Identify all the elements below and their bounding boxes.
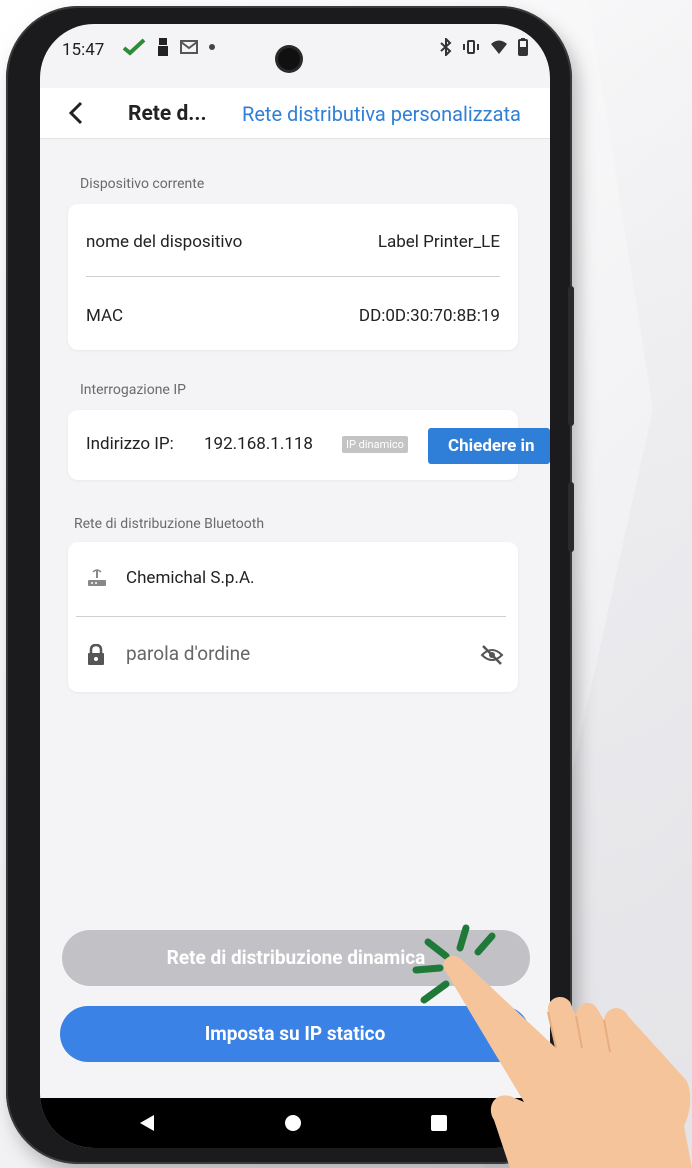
router-icon: [88, 569, 106, 586]
status-time: 15:47: [62, 40, 105, 60]
notification-check-icon: [122, 38, 146, 56]
bluetooth-card: Chemichal S.p.A. parola d'ordine: [68, 542, 518, 692]
wifi-icon: [491, 40, 507, 54]
ip-address-value: 192.168.1.118: [204, 434, 313, 454]
nav-back-icon[interactable]: [138, 1114, 156, 1132]
bluetooth-icon: [440, 38, 452, 56]
page-title: Rete d...: [128, 102, 207, 126]
mac-label: MAC: [86, 306, 124, 326]
battery-icon: [518, 38, 528, 56]
bluetooth-section-label: Rete di distribuzione Bluetooth: [74, 516, 265, 532]
pointing-hand-icon: [443, 955, 692, 1168]
vibrate-icon: [463, 40, 479, 54]
notification-person-icon: [158, 38, 168, 56]
status-bar: 15:47: [40, 24, 550, 70]
device-section-label: Dispositivo corrente: [80, 176, 205, 192]
lock-icon: [88, 644, 104, 665]
nav-home-icon[interactable]: [284, 1114, 302, 1132]
ip-dynamic-badge: IP dinamico: [342, 436, 408, 453]
notification-mail-icon: [180, 40, 198, 54]
query-ip-button[interactable]: Chiedere in: [428, 428, 550, 464]
app-bar-divider: [40, 138, 550, 139]
mac-value: DD:0D:30:70:8B:19: [358, 306, 500, 326]
back-arrow-icon[interactable]: [62, 98, 92, 128]
bluetooth-card-divider: [76, 616, 506, 617]
device-card-divider: [86, 276, 500, 277]
wifi-network-name[interactable]: Chemichal S.p.A.: [126, 568, 255, 588]
ip-address-label: Indirizzo IP:: [86, 434, 174, 454]
status-system-icons: [440, 38, 528, 56]
ip-section-label: Interrogazione IP: [80, 382, 186, 398]
power-button: [568, 482, 574, 552]
front-camera: [278, 48, 300, 70]
volume-button: [568, 286, 574, 426]
notification-dot-icon: [209, 44, 215, 50]
custom-network-link[interactable]: Rete distributiva personalizzata: [242, 102, 521, 126]
password-field[interactable]: parola d'ordine: [126, 642, 250, 665]
device-name-label: nome del dispositivo: [86, 232, 243, 252]
eye-off-icon[interactable]: [480, 644, 504, 666]
device-name-value: Label Printer_LE: [377, 232, 500, 252]
app-bar: Rete d... Rete distributiva personalizza…: [40, 88, 550, 138]
device-card: nome del dispositivo Label Printer_LE MA…: [68, 204, 518, 350]
status-notification-icons: [122, 37, 216, 57]
